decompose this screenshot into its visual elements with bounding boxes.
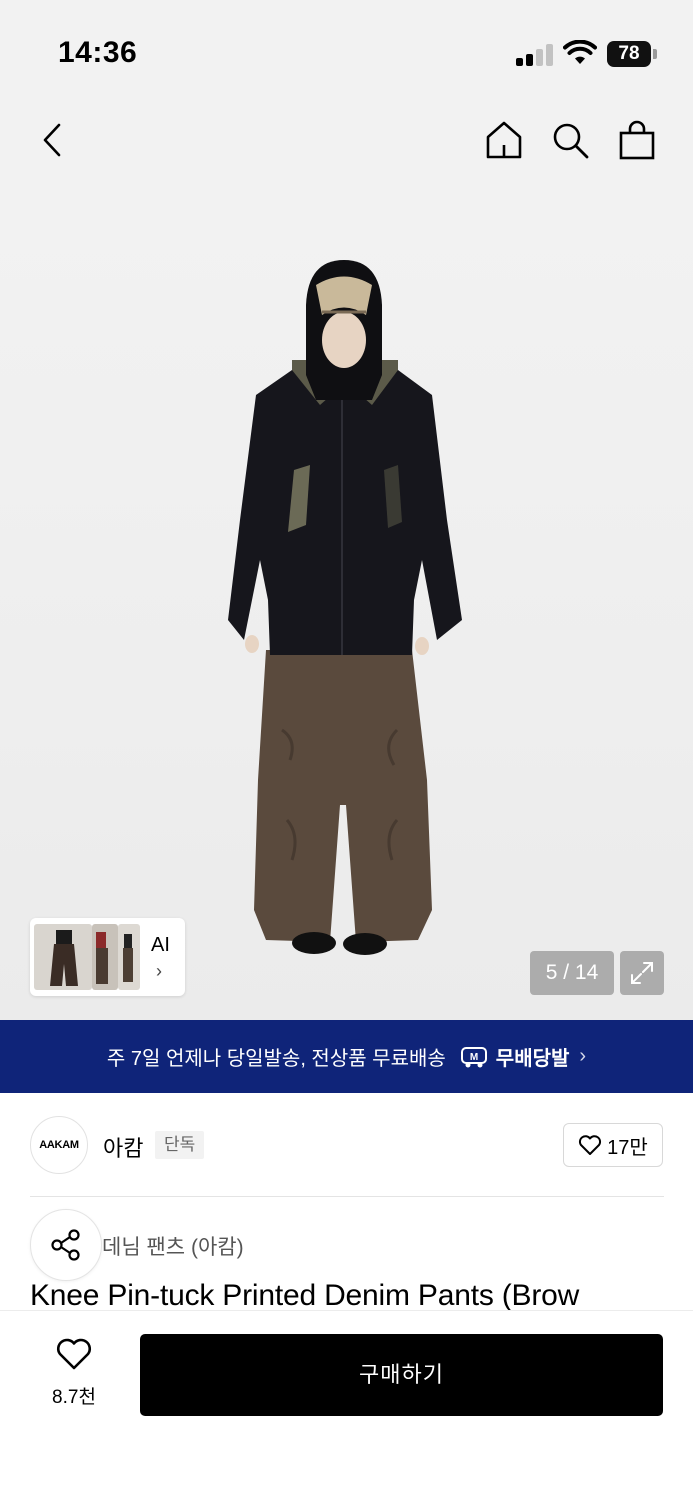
- buy-button[interactable]: 구매하기: [140, 1334, 663, 1416]
- top-nav: [0, 100, 693, 190]
- heart-icon: [57, 1338, 91, 1370]
- delivery-banner[interactable]: 주 7일 언제나 당일발송, 전상품 무료배송 M 무배당발 ›: [0, 1020, 693, 1093]
- product-image-gallery[interactable]: AI › 5 / 14: [0, 190, 693, 1020]
- cellular-signal-icon: [516, 44, 554, 66]
- product-category[interactable]: 데님 팬츠 (아캄): [102, 1231, 244, 1261]
- back-button[interactable]: [30, 118, 74, 162]
- bottom-purchase-bar: 8.7천 구매하기: [0, 1310, 693, 1500]
- chevron-right-icon: ›: [156, 961, 162, 981]
- thumbnail-image: [92, 924, 118, 990]
- shopping-bag-icon: [619, 120, 655, 160]
- svg-text:M: M: [470, 1052, 478, 1063]
- chevron-left-icon: [43, 123, 61, 157]
- wifi-icon: [563, 40, 597, 64]
- brand-name[interactable]: 아캄: [103, 1131, 143, 1163]
- image-counter: 5 / 14: [530, 951, 614, 995]
- delivery-truck-icon: M: [460, 1046, 487, 1067]
- wishlist-count: 8.7천: [52, 1387, 96, 1408]
- product-title: Knee Pin-tuck Printed Denim Pants (Brow: [30, 1279, 580, 1312]
- free-delivery-badge: M 무배당발: [460, 1042, 570, 1071]
- battery-indicator: 78: [607, 41, 651, 67]
- home-icon: [486, 121, 522, 159]
- wishlist-button[interactable]: 8.7천: [38, 1337, 110, 1409]
- brand-logo[interactable]: AAKAM: [30, 1116, 88, 1174]
- share-icon: [51, 1229, 80, 1261]
- product-photo-model: [228, 260, 462, 955]
- status-bar: 14:36 78: [0, 0, 693, 100]
- brand-like-count: 17만: [607, 1136, 648, 1159]
- ai-label: AI: [151, 934, 170, 956]
- home-button[interactable]: [482, 118, 526, 162]
- badge-label: 무배당발: [495, 1048, 570, 1070]
- exclusive-tag: 단독: [155, 1131, 205, 1159]
- divider: [30, 1196, 664, 1197]
- thumbnail-image: [118, 924, 140, 990]
- thumbnail-image: [34, 924, 92, 990]
- search-button[interactable]: [548, 118, 592, 162]
- banner-text: 주 7일 언제나 당일발송, 전상품 무료배송: [106, 1048, 446, 1070]
- heart-icon: [579, 1135, 602, 1155]
- brand-like-button[interactable]: 17만: [563, 1123, 663, 1167]
- expand-button[interactable]: [620, 951, 664, 995]
- share-button[interactable]: [30, 1209, 102, 1281]
- expand-icon: [631, 962, 653, 984]
- cart-button[interactable]: [615, 118, 659, 162]
- status-time: 14:36: [58, 36, 138, 69]
- search-icon: [553, 123, 589, 159]
- ai-style-thumbnails[interactable]: AI ›: [30, 918, 185, 996]
- chevron-right-icon: ›: [579, 1045, 587, 1067]
- battery-cap: [653, 49, 657, 59]
